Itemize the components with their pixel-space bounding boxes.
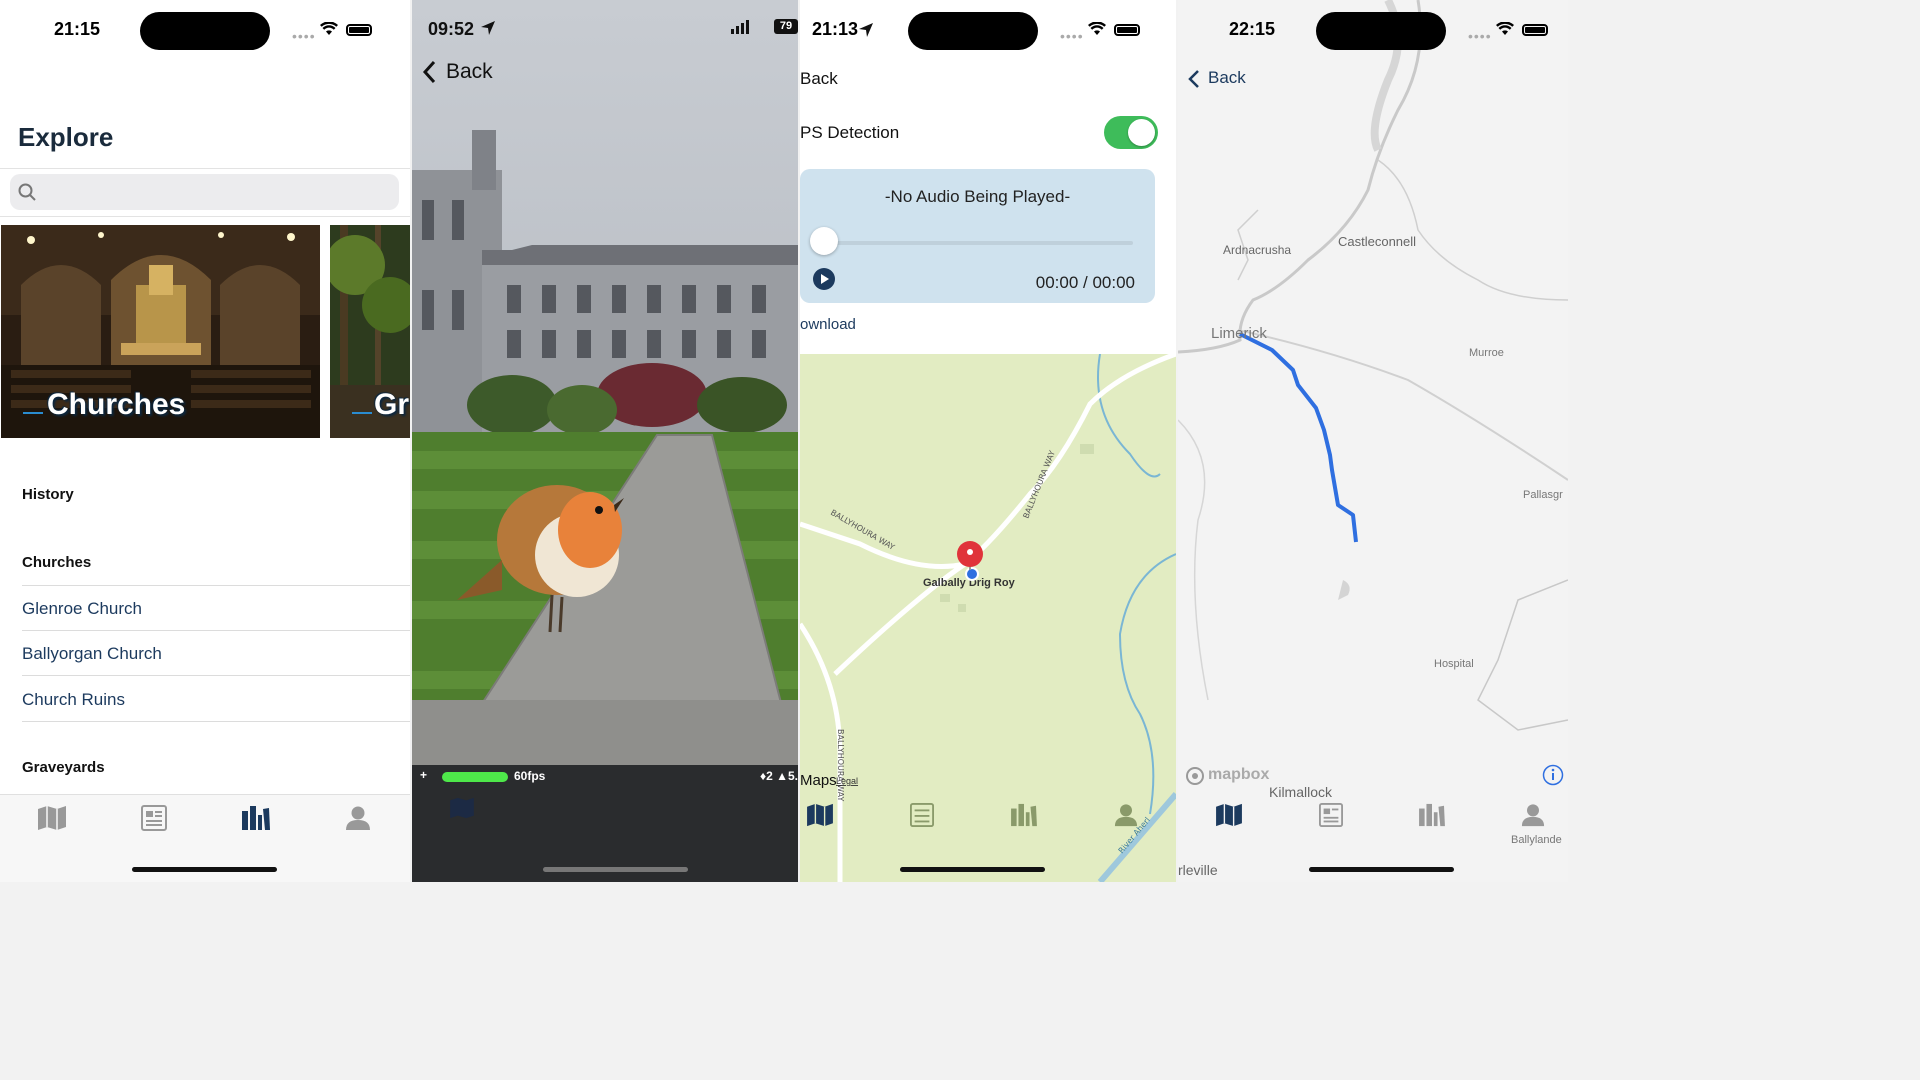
wifi-icon bbox=[1088, 22, 1106, 35]
gps-detection-toggle[interactable] bbox=[1104, 116, 1158, 149]
signal-icon bbox=[731, 20, 749, 34]
home-indicator bbox=[1309, 867, 1454, 872]
ar-debug-bar: + 60fps ♦2 ▲5. bbox=[412, 766, 798, 788]
news-icon[interactable] bbox=[1317, 803, 1345, 827]
map-place-label: rleville bbox=[1178, 862, 1218, 878]
audio-scrubber-track[interactable] bbox=[812, 241, 1133, 245]
add-icon: + bbox=[420, 768, 428, 782]
card-accent bbox=[23, 412, 43, 414]
page-title: Explore bbox=[18, 122, 114, 152]
ar-camera-view bbox=[412, 0, 798, 882]
route-map-view[interactable] bbox=[1178, 0, 1568, 882]
user-location-dot bbox=[965, 567, 979, 581]
location-arrow-icon bbox=[859, 23, 873, 37]
legal-link[interactable]: Legal bbox=[836, 776, 858, 786]
library-icon[interactable] bbox=[1418, 803, 1446, 827]
audio-scrubber-thumb[interactable] bbox=[810, 227, 838, 255]
mapbox-wordmark: mapbox bbox=[1208, 766, 1270, 783]
search-input[interactable] bbox=[10, 174, 399, 210]
audio-status: -No Audio Being Played- bbox=[884, 187, 1071, 206]
map-icon[interactable] bbox=[37, 805, 67, 831]
play-icon[interactable] bbox=[812, 267, 836, 291]
info-icon[interactable] bbox=[1542, 764, 1564, 786]
ar-camera-screen: 09:52 79 Back + 60fps ♦2 ▲5. bbox=[412, 0, 798, 882]
poi-detail-screen: 21:13 •••• Back PS Detection -No Audio B… bbox=[800, 0, 1176, 882]
profile-icon[interactable] bbox=[343, 805, 373, 831]
divider bbox=[0, 168, 410, 169]
status-time: 21:13 bbox=[812, 19, 859, 39]
chevron-left-icon bbox=[1188, 70, 1199, 88]
library-icon[interactable] bbox=[1010, 803, 1038, 827]
map-place-label: Castleconnell bbox=[1338, 234, 1417, 249]
map-place-label: Ballylande bbox=[1511, 834, 1562, 846]
map-icon[interactable] bbox=[1215, 803, 1243, 827]
wifi-icon bbox=[320, 22, 338, 35]
profile-icon[interactable] bbox=[1519, 803, 1547, 827]
profile-icon[interactable] bbox=[1112, 803, 1140, 827]
wifi-icon bbox=[1496, 22, 1514, 35]
status-time: 22:15 bbox=[1229, 19, 1276, 39]
card-label: Gr bbox=[374, 388, 410, 421]
list-item[interactable]: Ballyorgan Church bbox=[22, 631, 410, 676]
battery-icon bbox=[1522, 24, 1548, 36]
back-button[interactable]: Back bbox=[800, 69, 838, 89]
download-button[interactable]: ownload bbox=[800, 316, 856, 333]
category-card-churches[interactable]: Churches bbox=[1, 225, 320, 438]
back-label: Back bbox=[1208, 68, 1246, 87]
map-icon[interactable] bbox=[806, 803, 834, 827]
audio-player: -No Audio Being Played- 00:00 / 00:00 bbox=[800, 169, 1155, 303]
location-arrow-icon bbox=[481, 21, 495, 35]
fps-meter bbox=[442, 772, 508, 782]
battery-icon bbox=[346, 24, 372, 36]
dynamic-island bbox=[908, 12, 1038, 50]
dynamic-island bbox=[140, 12, 270, 50]
fps-label: 60fps bbox=[514, 769, 546, 783]
dynamic-island bbox=[1316, 12, 1446, 50]
map-place-label: Hospital bbox=[1434, 658, 1474, 670]
audio-time: 00:00 / 00:00 bbox=[1035, 273, 1135, 292]
map-place-label: Kilmallock bbox=[1269, 784, 1333, 800]
map-icon[interactable] bbox=[449, 797, 475, 819]
home-indicator bbox=[543, 867, 688, 872]
signal-dots-icon: •••• bbox=[1060, 28, 1084, 44]
gps-detection-label: PS Detection bbox=[800, 123, 900, 142]
category-card-graveyards[interactable]: Gr bbox=[330, 225, 410, 438]
signal-dots-icon: •••• bbox=[1468, 28, 1492, 44]
map-place-label: Ardnacrusha bbox=[1223, 243, 1292, 257]
search-icon bbox=[18, 183, 36, 201]
chevron-left-icon bbox=[422, 60, 436, 84]
status-time: 21:15 bbox=[54, 19, 101, 39]
divider bbox=[0, 216, 410, 217]
map-place-label: Pallasgr bbox=[1523, 489, 1563, 501]
map-place-label: Limerick bbox=[1211, 325, 1267, 342]
section-heading: Churches bbox=[22, 554, 92, 571]
home-indicator bbox=[900, 867, 1045, 872]
list-item[interactable]: Church Ruins bbox=[22, 677, 410, 722]
battery-icon bbox=[1114, 24, 1140, 36]
news-icon[interactable] bbox=[139, 805, 169, 831]
library-icon[interactable] bbox=[241, 805, 271, 831]
back-button[interactable]: Back bbox=[422, 60, 493, 84]
news-icon[interactable] bbox=[908, 803, 936, 827]
back-label: Back bbox=[446, 60, 493, 83]
signal-dots-icon: •••• bbox=[292, 28, 316, 44]
explore-screen: 21:15 •••• Explore Churches Gr History C… bbox=[0, 0, 410, 882]
section-heading: History bbox=[22, 486, 74, 503]
map-place-label: Murroe bbox=[1469, 347, 1504, 359]
mapbox-icon bbox=[1186, 767, 1204, 785]
maps-attribution: Maps bbox=[800, 772, 837, 789]
debug-stats: ♦2 ▲5. bbox=[759, 769, 798, 783]
section-heading: Graveyards bbox=[22, 759, 105, 776]
status-time: 09:52 bbox=[428, 19, 475, 39]
list-item[interactable]: Glenroe Church bbox=[22, 586, 410, 631]
battery-icon: 79 bbox=[774, 19, 798, 34]
home-indicator bbox=[132, 867, 277, 872]
map-road-label: BALLYHOURA WAY bbox=[836, 729, 845, 801]
card-accent bbox=[352, 412, 372, 414]
card-label: Churches bbox=[47, 388, 186, 421]
route-map-screen: 22:15 •••• Back Ardnacrusha Castleconnel… bbox=[1178, 0, 1568, 882]
